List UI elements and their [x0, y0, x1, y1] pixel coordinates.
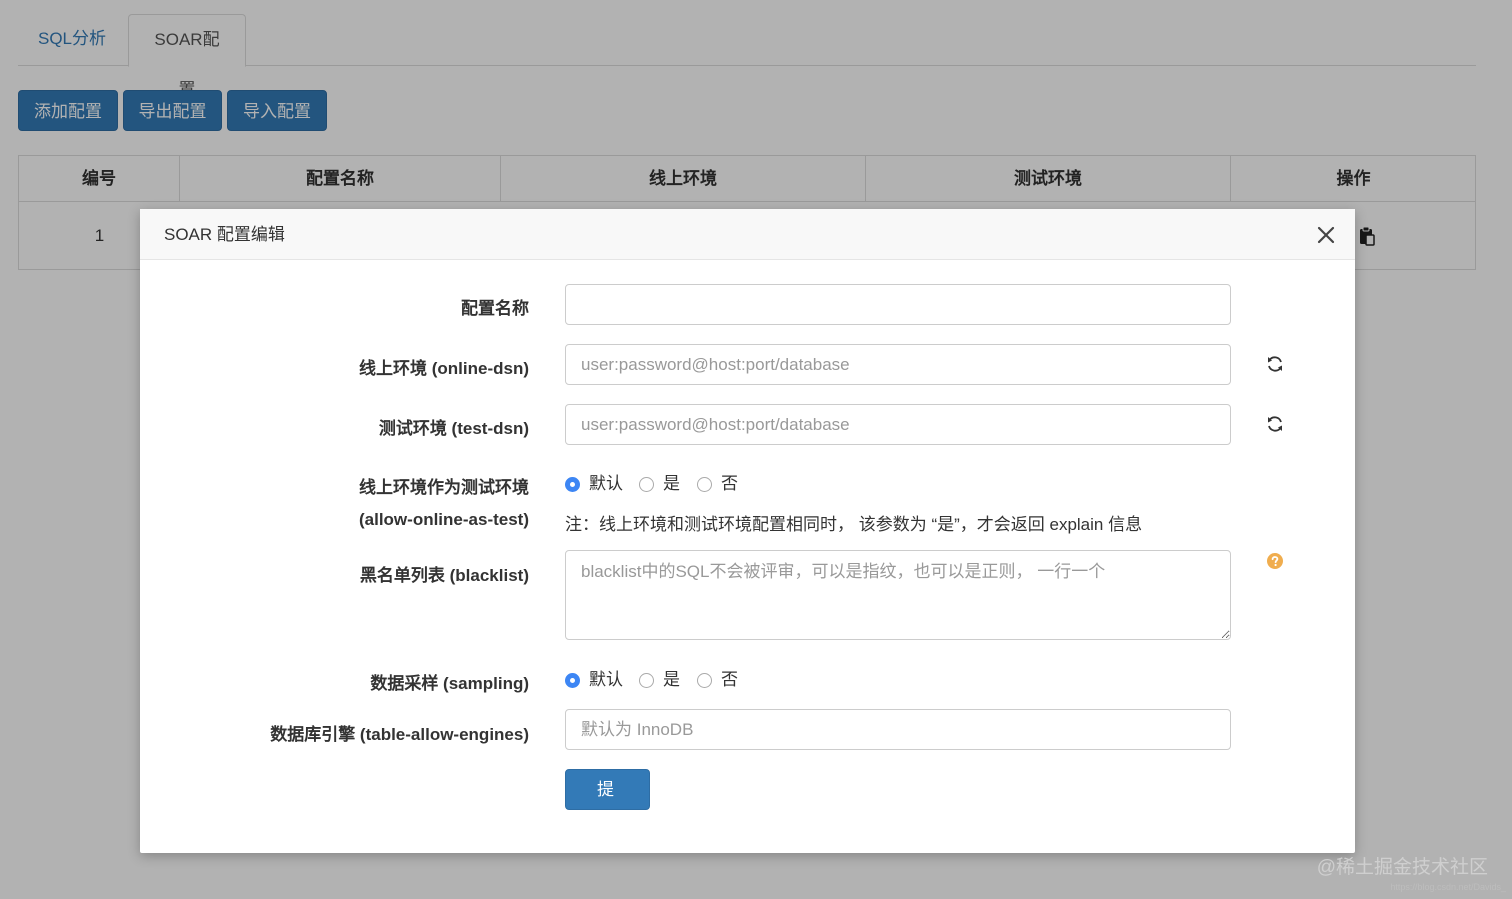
radio-label: 否 — [721, 474, 738, 493]
radio-circle — [697, 477, 712, 492]
online-dsn-label: 线上环境 (online-dsn) — [359, 359, 529, 378]
radio-label: 是 — [663, 670, 680, 689]
radio-circle-checked — [565, 673, 580, 688]
config-name-input[interactable] — [565, 284, 1231, 325]
engines-input[interactable] — [565, 709, 1231, 750]
radio-circle-checked — [565, 477, 580, 492]
blacklist-textarea[interactable] — [565, 550, 1231, 640]
refresh-icon[interactable] — [1266, 415, 1284, 433]
close-icon[interactable] — [1315, 224, 1337, 246]
modal-header: SOAR 配置编辑 — [140, 209, 1355, 260]
soar-config-modal: SOAR 配置编辑 配置名称 线上环境 (online-dsn) 测试环境 (t… — [140, 209, 1355, 853]
watermark-url: https://blog.csdn.net/Davids_ — [1390, 882, 1506, 892]
test-dsn-input[interactable] — [565, 404, 1231, 445]
radio-circle — [639, 477, 654, 492]
online-dsn-input[interactable] — [565, 344, 1231, 385]
allow-online-note: 注：线上环境和测试环境配置相同时， 该参数为 “是”，才会返回 explain … — [565, 515, 1143, 534]
radio-label: 否 — [721, 670, 738, 689]
radio-label: 是 — [663, 474, 680, 493]
config-name-label: 配置名称 — [461, 299, 529, 318]
sampling-label: 数据采样 (sampling) — [370, 674, 529, 693]
modal-title: SOAR 配置编辑 — [164, 225, 285, 244]
allow-online-label-key: (allow-online-as-test) — [358, 510, 529, 529]
refresh-icon[interactable] — [1266, 355, 1284, 373]
test-dsn-label: 测试环境 (test-dsn) — [378, 419, 529, 438]
radio-circle — [639, 673, 654, 688]
blacklist-label: 黑名单列表 (blacklist) — [359, 566, 529, 585]
allow-online-radio-group: 默认 是 否 — [565, 473, 765, 495]
engines-label: 数据库引擎 (table-allow-engines) — [270, 725, 529, 744]
radio-label: 默认 — [589, 474, 623, 493]
radio-circle — [697, 673, 712, 688]
sampling-radio-group: 默认 是 否 — [565, 669, 765, 691]
question-circle-icon[interactable] — [1267, 553, 1283, 569]
allow-online-label: 线上环境作为测试环境 — [359, 478, 529, 497]
submit-button[interactable]: 提 交 — [565, 769, 650, 838]
watermark: @稀土掘金技术社区 — [1316, 857, 1488, 878]
radio-label: 默认 — [589, 670, 623, 689]
